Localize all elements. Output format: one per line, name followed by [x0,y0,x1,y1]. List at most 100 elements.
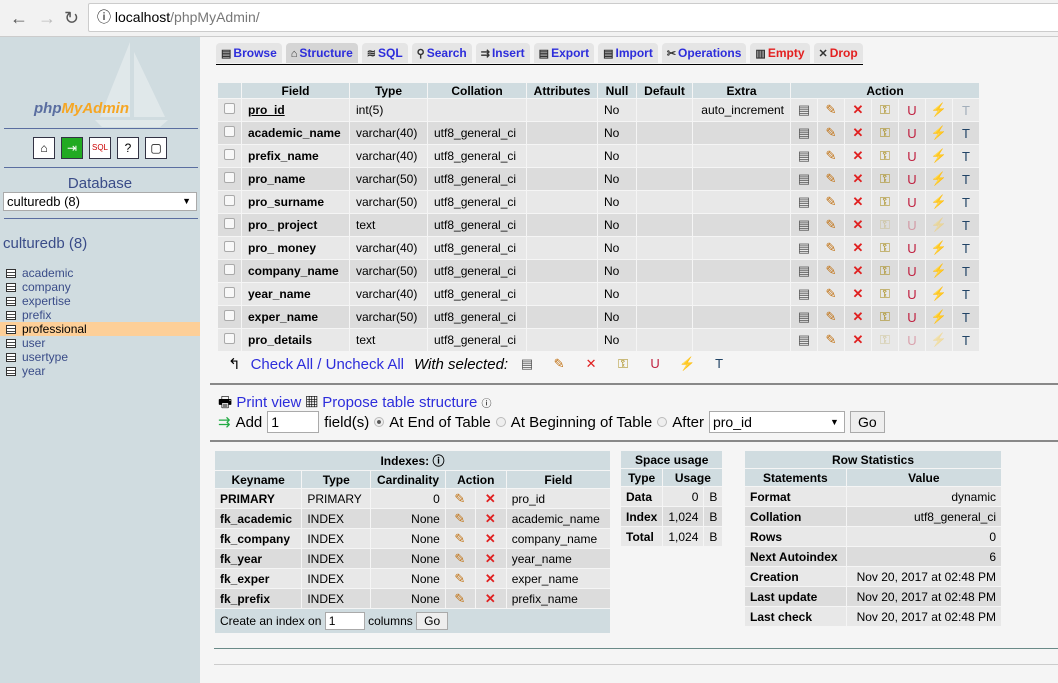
index-icon[interactable]: ⚡ [930,171,948,187]
row-checkbox[interactable] [224,149,235,160]
tab-export[interactable]: ▤ Export [533,43,595,63]
sql-docs-icon[interactable]: ▢ [145,137,167,159]
delete-icon[interactable]: ✕ [849,332,867,348]
fulltext-icon[interactable]: T [957,310,975,325]
delete-icon[interactable]: ✕ [481,531,499,547]
print-view-link[interactable]: Print view [236,394,301,411]
primary-key-icon[interactable]: ⚿ [876,194,894,210]
edit-icon[interactable]: ✎ [822,332,840,348]
browse-icon[interactable]: ▤ [795,102,813,118]
primary-key-icon[interactable]: ⚿ [876,102,894,118]
delete-icon[interactable]: ✕ [849,263,867,279]
sidebar-table-item[interactable]: prefix [0,308,200,322]
sidebar-table-item[interactable]: usertype [0,350,200,364]
add-field-count-input[interactable]: 1 [267,411,320,433]
browse-icon[interactable]: ▤ [795,332,813,348]
index-icon[interactable]: ⚡ [930,263,948,279]
browse-icon[interactable]: ▤ [795,171,813,187]
fulltext-icon[interactable]: T [957,149,975,164]
tab-structure[interactable]: ⌂ Structure [285,43,358,63]
bulk-unique-icon[interactable]: U [646,356,664,372]
edit-icon[interactable]: ✎ [822,171,840,187]
browse-icon[interactable]: ▤ [795,309,813,325]
primary-key-icon[interactable]: ⚿ [876,286,894,302]
unique-icon[interactable]: U [903,126,921,141]
fulltext-icon[interactable]: T [957,264,975,279]
fulltext-icon[interactable]: T [957,172,975,187]
back-icon[interactable]: ← [10,8,28,29]
row-checkbox[interactable] [224,310,235,321]
unique-icon[interactable]: U [903,103,921,118]
sidebar-table-item[interactable]: year [0,364,200,378]
bulk-delete-icon[interactable]: ✕ [582,356,600,372]
delete-icon[interactable]: ✕ [481,591,499,607]
delete-icon[interactable]: ✕ [849,125,867,141]
delete-icon[interactable]: ✕ [849,194,867,210]
unique-icon[interactable]: U [903,195,921,210]
sidebar-table-item[interactable]: professional [0,322,200,336]
edit-icon[interactable]: ✎ [822,309,840,325]
edit-icon[interactable]: ✎ [451,531,469,547]
at-beginning-radio[interactable] [495,417,506,427]
browse-icon[interactable]: ▤ [795,194,813,210]
delete-icon[interactable]: ✕ [849,102,867,118]
bulk-edit-icon[interactable]: ✎ [550,356,568,372]
exit-icon[interactable]: ⇥ [61,137,83,159]
delete-icon[interactable]: ✕ [849,286,867,302]
fulltext-icon[interactable]: T [957,195,975,210]
browse-icon[interactable]: ▤ [795,148,813,164]
delete-icon[interactable]: ✕ [849,217,867,233]
browse-icon[interactable]: ▤ [795,217,813,233]
fulltext-icon[interactable]: T [957,333,975,348]
tab-browse[interactable]: ▤ Browse [216,43,282,63]
at-end-radio[interactable] [374,417,385,427]
delete-icon[interactable]: ✕ [849,148,867,164]
row-checkbox[interactable] [224,241,235,252]
edit-icon[interactable]: ✎ [822,102,840,118]
browse-icon[interactable]: ▤ [795,125,813,141]
browse-icon[interactable]: ▤ [795,286,813,302]
index-icon[interactable]: ⚡ [930,240,948,256]
address-bar[interactable]: ⓘ localhost/phpMyAdmin/ [88,3,1058,32]
create-index-go-button[interactable]: Go [416,612,449,630]
index-icon[interactable]: ⚡ [930,102,948,118]
row-checkbox[interactable] [224,287,235,298]
browse-icon[interactable]: ▤ [795,240,813,256]
row-checkbox[interactable] [224,333,235,344]
check-all-link[interactable]: Check All [251,356,314,373]
delete-icon[interactable]: ✕ [849,309,867,325]
edit-icon[interactable]: ✎ [822,263,840,279]
unique-icon[interactable]: U [903,241,921,256]
index-icon[interactable]: ⚡ [930,125,948,141]
fulltext-icon[interactable]: T [957,126,975,141]
edit-icon[interactable]: ✎ [822,240,840,256]
bulk-primary-key-icon[interactable]: ⚿ [614,356,632,372]
edit-icon[interactable]: ✎ [822,194,840,210]
edit-icon[interactable]: ✎ [451,571,469,587]
row-checkbox[interactable] [224,264,235,275]
row-checkbox[interactable] [224,218,235,229]
row-checkbox[interactable] [224,103,235,114]
help-icon[interactable]: ⓘ [433,454,445,468]
unique-icon[interactable]: U [903,172,921,187]
edit-icon[interactable]: ✎ [451,591,469,607]
tab-insert[interactable]: ⇉ Insert [475,43,530,63]
unique-icon[interactable]: U [903,264,921,279]
tab-drop[interactable]: ✕ Drop [813,43,863,63]
delete-icon[interactable]: ✕ [849,240,867,256]
uncheck-all-link[interactable]: Uncheck All [326,356,404,373]
primary-key-icon[interactable]: ⚿ [876,171,894,187]
tab-operations[interactable]: ✂ Operations [661,43,747,63]
index-icon[interactable]: ⚡ [930,286,948,302]
delete-icon[interactable]: ✕ [481,511,499,527]
bulk-fulltext-icon[interactable]: T [710,356,728,372]
after-radio[interactable] [657,417,668,427]
edit-icon[interactable]: ✎ [451,511,469,527]
tab-sql[interactable]: ≋ SQL [361,43,408,63]
edit-icon[interactable]: ✎ [451,491,469,507]
browse-icon[interactable]: ▤ [795,263,813,279]
edit-icon[interactable]: ✎ [822,217,840,233]
delete-icon[interactable]: ✕ [481,491,499,507]
primary-key-icon[interactable]: ⚿ [876,125,894,141]
sidebar-table-item[interactable]: company [0,280,200,294]
